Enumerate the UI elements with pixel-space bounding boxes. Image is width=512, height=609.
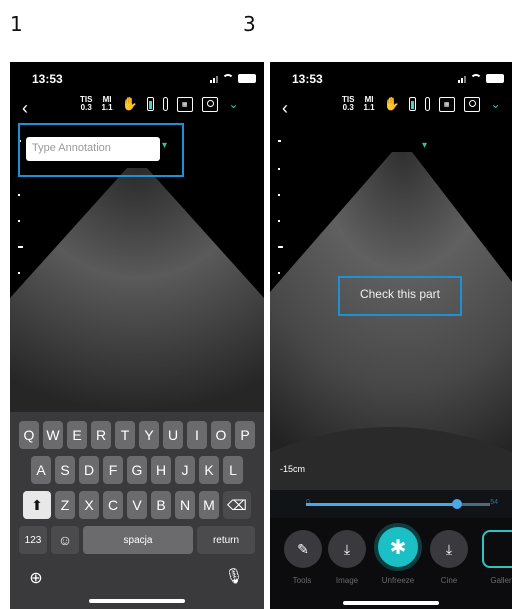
chevron-down-icon[interactable]: ⌄ xyxy=(489,97,503,111)
snowflake-icon[interactable]: ✱ xyxy=(374,523,422,571)
gain-slider-track[interactable] xyxy=(306,503,490,506)
key-o[interactable]: O xyxy=(211,421,231,449)
bottom-toolbar: ✎ Tools ⤓ Image ✱ Unfreeze ⤓ Cine Galler xyxy=(270,518,512,609)
pencil-icon[interactable]: ✎ xyxy=(284,530,322,568)
gallery-icon[interactable] xyxy=(482,530,512,568)
probe-orientation-icon: ▾ xyxy=(422,140,428,151)
key-w[interactable]: W xyxy=(43,421,63,449)
numbers-key[interactable]: 123 xyxy=(19,526,47,554)
globe-icon[interactable]: ⊕ xyxy=(28,570,44,587)
battery-icon xyxy=(146,97,154,111)
mi-readout: MI 1.1 xyxy=(363,95,375,112)
frame-icon[interactable]: ▦ xyxy=(176,96,193,112)
space-key[interactable]: spacja xyxy=(83,526,193,554)
key-x[interactable]: X xyxy=(79,491,99,519)
key-p[interactable]: P xyxy=(235,421,255,449)
cine-label: Cine xyxy=(440,576,458,585)
unfreeze-label: Unfreeze xyxy=(381,576,415,585)
key-c[interactable]: C xyxy=(103,491,123,519)
hand-icon[interactable]: ✋ xyxy=(121,96,137,112)
key-u[interactable]: U xyxy=(163,421,183,449)
mi-readout: MI 1.1 xyxy=(101,95,113,112)
backspace-key[interactable]: ⌫ xyxy=(223,491,251,519)
hand-icon[interactable]: ✋ xyxy=(383,96,399,112)
key-r[interactable]: R xyxy=(91,421,111,449)
battery-status-icon xyxy=(238,73,256,83)
key-v[interactable]: V xyxy=(127,491,147,519)
keyboard: QWERTYUIOP ASDFGHJKL ⬆ Z X C V B N M ⌫ 123 ☺ spa… xyxy=(10,412,264,609)
screenshot-root: 1 3 13:53 ‹ TIS 0.3 MI 1.1 ✋ ▦ ⌄ ▾ Type … xyxy=(0,0,512,609)
key-h[interactable]: H xyxy=(151,456,171,484)
shift-key[interactable]: ⬆ xyxy=(23,491,51,519)
thermometer-icon xyxy=(424,97,430,111)
phone-screen-right: 13:53 ‹ TIS 0.3 MI 1.1 ✋ ▦ ⌄ ▾ Check thi… xyxy=(270,62,512,609)
tis-readout: TIS 0.3 xyxy=(80,95,93,112)
key-s[interactable]: S xyxy=(55,456,75,484)
key-t[interactable]: T xyxy=(115,421,135,449)
chevron-down-icon[interactable]: ⌄ xyxy=(227,97,241,111)
scan-toolbar: ‹ TIS 0.3 MI 1.1 ✋ ▦ ⌄ xyxy=(10,96,264,120)
key-g[interactable]: G xyxy=(127,456,147,484)
depth-label: -15cm xyxy=(280,464,306,474)
annotation-input[interactable]: Type Annotation xyxy=(26,137,160,161)
status-icons xyxy=(458,73,504,83)
key-m[interactable]: M xyxy=(199,491,219,519)
annotation-label[interactable]: Check this part xyxy=(340,287,460,301)
key-i[interactable]: I xyxy=(187,421,207,449)
battery-icon xyxy=(408,97,416,111)
tis-readout: TIS 0.3 xyxy=(342,95,355,112)
image-label: Image xyxy=(335,576,359,585)
ultrasound-image xyxy=(10,168,264,412)
key-e[interactable]: E xyxy=(67,421,87,449)
key-b[interactable]: B xyxy=(151,491,171,519)
scan-toolbar: ‹ TIS 0.3 MI 1.1 ✋ ▦ ⌄ xyxy=(270,96,512,120)
frame-icon[interactable]: ▦ xyxy=(438,96,455,112)
step-label-right: 3 xyxy=(243,12,256,36)
key-d[interactable]: D xyxy=(79,456,99,484)
key-k[interactable]: K xyxy=(199,456,219,484)
step-label-left: 1 xyxy=(10,12,23,36)
back-icon[interactable]: ‹ xyxy=(22,98,28,119)
thermometer-icon xyxy=(162,97,168,111)
return-key[interactable]: return xyxy=(197,526,255,554)
status-time: 13:53 xyxy=(32,72,63,86)
back-icon[interactable]: ‹ xyxy=(282,98,288,119)
key-y[interactable]: Y xyxy=(139,421,159,449)
signal-icon xyxy=(210,73,218,83)
microphone-icon[interactable]: 🎙 xyxy=(224,568,243,585)
cine-download-icon[interactable]: ⤓ xyxy=(430,530,468,568)
signal-icon xyxy=(458,73,466,83)
home-indicator xyxy=(89,599,185,603)
key-q[interactable]: Q xyxy=(19,421,39,449)
person-icon[interactable] xyxy=(463,96,480,112)
gallery-label: Galler xyxy=(490,576,512,585)
ultrasound-image xyxy=(270,152,512,490)
wifi-icon xyxy=(470,73,482,83)
tools-label: Tools xyxy=(292,576,312,585)
status-bar: 13:53 xyxy=(26,72,256,88)
status-icons xyxy=(210,73,256,83)
home-indicator xyxy=(343,601,439,605)
key-j[interactable]: J xyxy=(175,456,195,484)
battery-status-icon xyxy=(486,73,504,83)
wifi-icon xyxy=(222,73,234,83)
key-a[interactable]: A xyxy=(31,456,51,484)
key-l[interactable]: L xyxy=(223,456,243,484)
status-bar: 13:53 xyxy=(286,72,504,88)
status-time: 13:53 xyxy=(292,72,323,86)
image-download-icon[interactable]: ⤓ xyxy=(328,530,366,568)
person-icon[interactable] xyxy=(201,96,218,112)
gain-slider-knob[interactable] xyxy=(451,499,462,509)
emoji-key[interactable]: ☺ xyxy=(51,526,79,554)
phone-screen-left: 13:53 ‹ TIS 0.3 MI 1.1 ✋ ▦ ⌄ ▾ Type Anno… xyxy=(10,62,264,609)
slider-max-label: 54 xyxy=(490,499,498,506)
key-z[interactable]: Z xyxy=(55,491,75,519)
key-n[interactable]: N xyxy=(175,491,195,519)
key-f[interactable]: F xyxy=(103,456,123,484)
